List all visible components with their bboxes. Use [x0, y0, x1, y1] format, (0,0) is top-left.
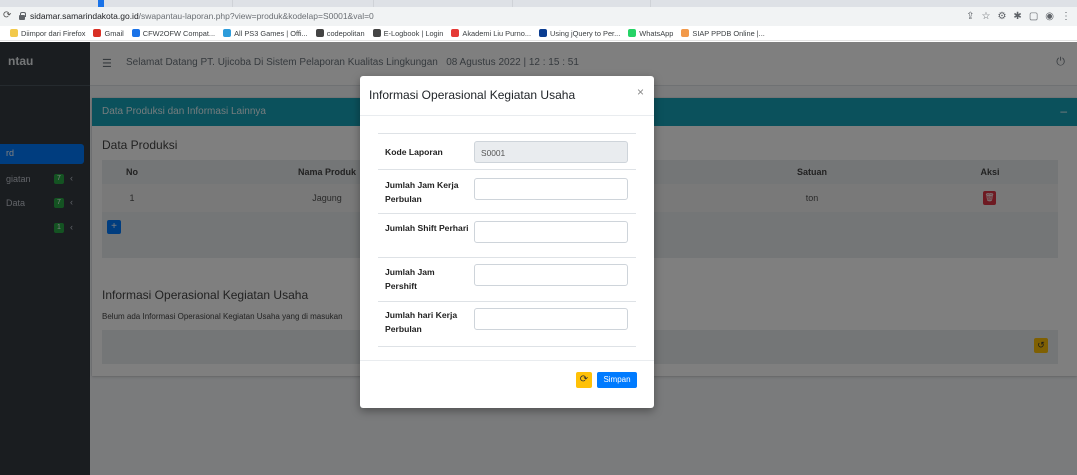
bookmark-item[interactable]: codepolitan — [315, 28, 365, 38]
profile-icon[interactable]: ◉ — [1045, 11, 1054, 23]
bookmarks-bar: Diimpor dari Firefox Gmail CFW2OFW Compat.… — [0, 26, 1077, 41]
form-row-jam-shift: Jumlah Jam Pershift — [378, 257, 636, 301]
shift-perhari-field[interactable] — [474, 221, 628, 243]
bookmark-item[interactable]: Gmail — [93, 28, 124, 38]
siap-icon — [681, 29, 690, 37]
label-kode-laporan: Kode Laporan — [385, 147, 443, 157]
bookmark-label: Akademi Liu Purno... — [462, 28, 532, 38]
globe-icon — [315, 29, 324, 37]
bookmark-label: Diimpor dari Firefox — [21, 28, 86, 38]
form-row-hari-kerja: Jumlah hari Kerja Perbulan — [378, 301, 636, 347]
hari-kerja-perbulan-field[interactable] — [474, 308, 628, 330]
ps3-icon — [223, 29, 232, 37]
bookmark-label: Using jQuery to Per... — [550, 28, 621, 38]
puzzle-icon[interactable]: ✱ — [1013, 11, 1021, 23]
star-icon[interactable]: ☆ — [981, 11, 990, 23]
reload-icon[interactable]: ⟳ — [3, 10, 11, 21]
bookmark-label: codepolitan — [326, 28, 365, 38]
label-jam-kerja-perbulan: Jumlah Jam Kerja Perbulan — [385, 180, 459, 204]
form-row-kode: Kode Laporan S0001 — [378, 133, 636, 169]
save-button[interactable]: Simpan — [597, 372, 637, 388]
reset-button[interactable]: ⟳ — [576, 372, 592, 388]
url-path: /swapantau-laporan.php?view=produk&kodel… — [138, 11, 374, 21]
bookmark-label: All PS3 Games | Offi... — [234, 28, 308, 38]
akademi-icon — [451, 29, 460, 37]
bookmark-label: WhatsApp — [639, 28, 674, 38]
lock-icon[interactable] — [19, 12, 26, 20]
jam-kerja-perbulan-field[interactable] — [474, 178, 628, 200]
label-shift-perhari: Jumlah Shift Perhari — [385, 223, 469, 233]
address-bar: ⟳ sidamar.samarindakota.go.id/swapantau-… — [0, 7, 1077, 26]
modal-footer: ⟳ Simpan — [360, 360, 654, 408]
close-icon[interactable]: × — [637, 85, 644, 99]
share-icon[interactable]: ⇪ — [966, 11, 974, 23]
bookmark-item[interactable]: Akademi Liu Purno... — [451, 29, 531, 38]
cfw-icon — [131, 29, 140, 37]
jam-pershift-field[interactable] — [474, 264, 628, 286]
tab-indicator — [98, 0, 104, 7]
label-hari-kerja-perbulan: Jumlah hari Kerja Perbulan — [385, 310, 458, 334]
tab-separator — [232, 0, 233, 7]
bookmark-label: SIAP PPDB Online |... — [692, 28, 765, 38]
form-row-jam-kerja: Jumlah Jam Kerja Perbulan — [378, 169, 636, 213]
jquery-icon — [539, 29, 548, 37]
browser-actions: ⇪ ☆ ⚙ ✱ ▢ ◉ ⋮ — [966, 10, 1071, 24]
folder-icon — [10, 29, 18, 37]
bookmark-item[interactable]: E-Logbook | Login — [372, 28, 444, 38]
menu-icon[interactable]: ⋮ — [1061, 11, 1071, 23]
operasional-modal: Informasi Operasional Kegiatan Usaha × K… — [360, 76, 654, 408]
bookmark-item[interactable]: Using jQuery to Per... — [539, 29, 620, 38]
browser-tab-strip — [0, 0, 1077, 7]
bookmark-item[interactable]: SIAP PPDB Online |... — [681, 28, 765, 38]
bookmark-label: E-Logbook | Login — [383, 28, 444, 38]
bookmark-item[interactable]: CFW2OFW Compat... — [131, 28, 216, 38]
whatsapp-icon — [628, 29, 637, 37]
bookmark-label: Gmail — [104, 28, 124, 38]
modal-header: Informasi Operasional Kegiatan Usaha × — [360, 76, 654, 116]
gmail-icon — [93, 29, 102, 37]
globe-icon — [372, 29, 381, 37]
label-jam-pershift: Jumlah Jam Pershift — [385, 267, 435, 291]
extension-icon[interactable]: ⚙ — [997, 11, 1006, 23]
sidepanel-icon[interactable]: ▢ — [1029, 11, 1038, 23]
bookmark-label: CFW2OFW Compat... — [142, 28, 216, 38]
url-host: sidamar.samarindakota.go.id — [30, 11, 139, 21]
bookmark-item[interactable]: WhatsApp — [628, 29, 673, 38]
refresh-icon: ⟳ — [579, 374, 589, 385]
tab-separator — [650, 0, 651, 7]
kode-laporan-field: S0001 — [474, 141, 628, 163]
bookmark-item[interactable]: Diimpor dari Firefox — [10, 29, 85, 38]
bookmark-item[interactable]: All PS3 Games | Offi... — [223, 29, 308, 38]
url-text[interactable]: sidamar.samarindakota.go.id/swapantau-la… — [30, 11, 374, 21]
modal-title: Informasi Operasional Kegiatan Usaha — [369, 88, 576, 102]
form-row-shift: Jumlah Shift Perhari — [378, 213, 636, 257]
tab-separator — [512, 0, 513, 7]
url-field[interactable]: sidamar.samarindakota.go.id/swapantau-la… — [13, 9, 913, 24]
tab-separator — [373, 0, 374, 7]
